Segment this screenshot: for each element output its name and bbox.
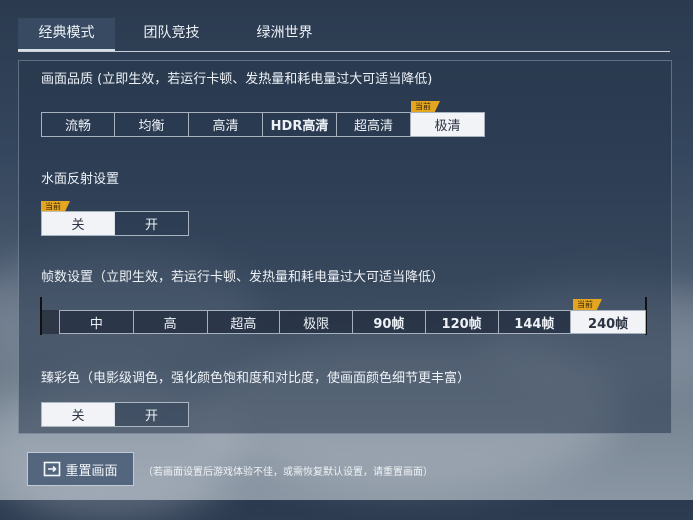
fps-option[interactable]: 超高	[208, 311, 281, 333]
quality-option[interactable]: 均衡	[115, 113, 189, 136]
reset-icon	[44, 461, 61, 477]
water-option-selected[interactable]: 关	[42, 212, 115, 235]
fps-option[interactable]: 144帧	[499, 311, 572, 333]
tab-oasis[interactable]: 绿洲世界	[228, 18, 341, 52]
fps-label: 帧数设置（立即生效，若运行卡顿、发热量和耗电量过大可适当降低）	[41, 270, 445, 285]
color-option[interactable]: 开	[115, 403, 188, 426]
color-label: 臻彩色（电影级调色，强化颜色饱和度和对比度，使画面颜色细节更丰富）	[41, 371, 471, 386]
water-selector: 关 开	[41, 211, 189, 236]
tab-classic[interactable]: 经典模式	[18, 18, 115, 52]
tab-team[interactable]: 团队竞技	[115, 18, 228, 52]
water-option[interactable]: 开	[115, 212, 188, 235]
reset-note: （若画面设置后游戏体验不佳，或需恢复默认设置，请重置画面）	[143, 467, 433, 478]
quality-option[interactable]: HDR高清	[263, 113, 337, 136]
water-label: 水面反射设置	[41, 172, 120, 187]
fps-option[interactable]: 高	[134, 311, 208, 333]
fps-option[interactable]: 中	[60, 311, 134, 333]
fps-option[interactable]: 120帧	[426, 311, 499, 333]
mode-tabs: 经典模式 团队竞技 绿洲世界	[18, 18, 670, 52]
fps-option[interactable]: 90帧	[353, 311, 426, 333]
color-selector: 关 开	[41, 402, 189, 427]
fps-selector: 中 高 超高 极限 90帧 120帧 144帧 240帧	[59, 310, 646, 334]
color-option-selected[interactable]: 关	[42, 403, 115, 426]
reset-button[interactable]: 重置画面	[27, 452, 134, 486]
quality-option[interactable]: 高清	[189, 113, 263, 136]
quality-option[interactable]: 流畅	[42, 113, 115, 136]
fps-option[interactable]: 极限	[280, 311, 353, 333]
fps-option-selected[interactable]: 240帧	[571, 311, 645, 333]
reset-label: 重置画面	[65, 463, 118, 479]
quality-option-selected[interactable]: 极清	[411, 113, 484, 136]
quality-label: 画面品质 (立即生效，若运行卡顿、发热量和耗电量过大可适当降低)	[41, 72, 433, 87]
graphics-settings-screen: { "tabs": [ {"label": "经典模式"}, {"label":…	[0, 0, 693, 520]
quality-option[interactable]: 超高清	[337, 113, 411, 136]
quality-selector: 流畅 均衡 高清 HDR高清 超高清 极清	[41, 112, 485, 137]
